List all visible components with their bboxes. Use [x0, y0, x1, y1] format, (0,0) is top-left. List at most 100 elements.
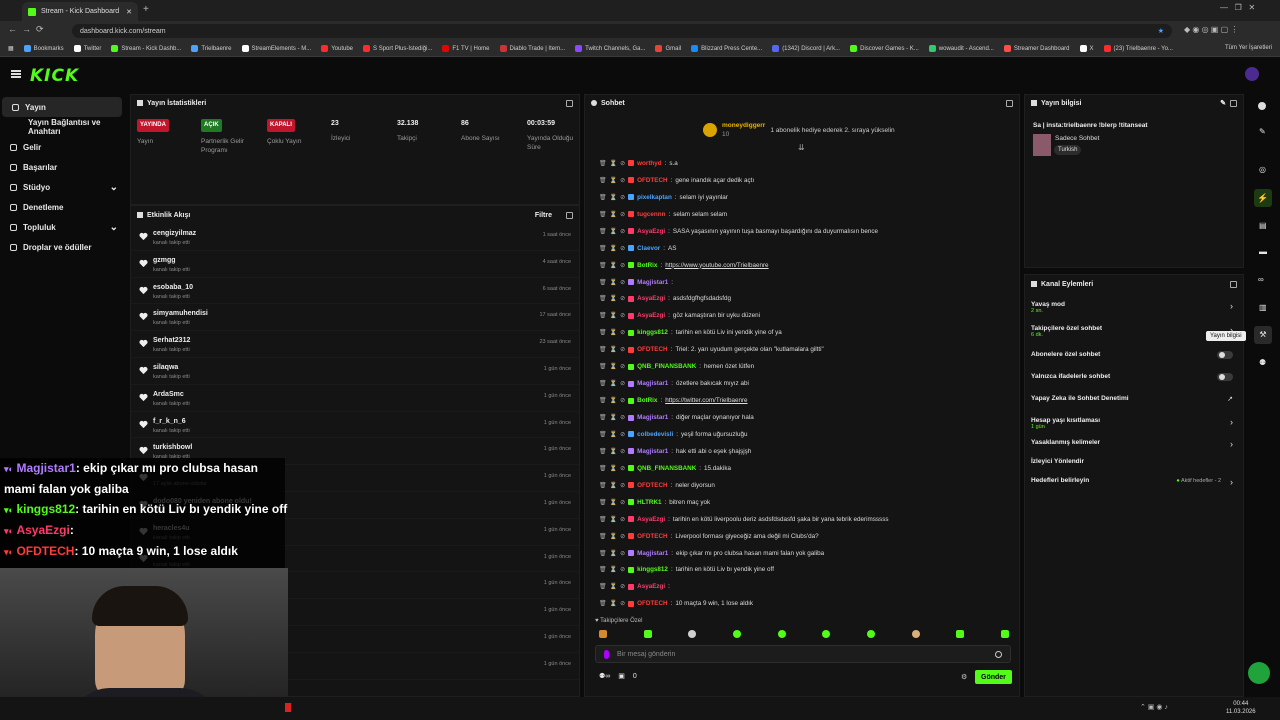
sidebar-item[interactable]: Gelir [0, 137, 128, 157]
expand-icon[interactable] [1006, 99, 1013, 107]
chat-username[interactable]: BotRix [637, 397, 657, 404]
chat-message[interactable]: 🗑 ⏳ ⊘ kinggs812: tarihin en kötü Liv ini yen… [585, 324, 1019, 341]
tray-icons[interactable]: ⌃ ▣ ◉ ♪ [1140, 703, 1168, 711]
bookmark-item[interactable]: (23) Trielbaenre - Yo... [1103, 45, 1173, 52]
lightning-icon[interactable]: ⚡ [1254, 189, 1272, 207]
emote-icon[interactable] [643, 630, 652, 638]
ban-icon[interactable]: ⊘ [620, 431, 625, 438]
timeout-icon[interactable]: ⏳ [610, 211, 617, 218]
timeout-icon[interactable]: ⏳ [610, 431, 617, 438]
delete-icon[interactable]: 🗑 [599, 363, 607, 370]
chat-username[interactable]: OFDTECH [637, 533, 667, 540]
wrench-icon[interactable]: ⚒ [1254, 326, 1272, 344]
chat-message[interactable]: 🗑 ⏳ ⊘ kinggs812: tarihin en kötü Liv bı yend… [585, 562, 1019, 579]
bookmark-item[interactable]: S Sport Plus-İstediği... [363, 45, 432, 52]
delete-icon[interactable]: 🗑 [599, 499, 607, 506]
star-icon[interactable]: ★ [1158, 27, 1164, 35]
ban-icon[interactable]: ⊘ [620, 194, 625, 201]
chat-message[interactable]: 🗑 ⏳ ⊘ QNB_FINANSBANK: hemen özet lütfen [585, 358, 1019, 375]
chat-message[interactable]: 🗑 ⏳ ⊘ HLTRK1: bitren maç yok [585, 494, 1019, 511]
external-link-icon[interactable]: ↗ [1227, 395, 1233, 403]
timeout-icon[interactable]: ⏳ [610, 295, 617, 302]
chat-username[interactable]: tugcennn [637, 211, 665, 218]
ban-icon[interactable]: ⊘ [620, 583, 625, 590]
chat-username[interactable]: AsyaEzgi [637, 228, 665, 235]
chevron-right-icon[interactable]: › [1230, 301, 1233, 311]
filter-button[interactable]: Filtre [535, 212, 552, 219]
bookmark-item[interactable]: Blizzard Press Cente... [691, 45, 762, 52]
mic-icon[interactable] [604, 649, 609, 659]
delete-icon[interactable]: 🗑 [599, 465, 607, 472]
ban-icon[interactable]: ⊘ [620, 312, 625, 319]
settings-gear-icon[interactable]: ⚙ [961, 673, 967, 681]
bookmark-item[interactable]: X [1079, 45, 1094, 52]
channel-action-row[interactable]: Yasaklanmış kelimeler [1031, 439, 1100, 446]
pencil-icon[interactable]: ✎ [1259, 127, 1266, 136]
info-icon[interactable] [1258, 102, 1266, 110]
delete-icon[interactable]: 🗑 [599, 211, 607, 218]
apps-icon[interactable]: ▦ [8, 45, 14, 52]
delete-icon[interactable]: 🗑 [599, 177, 607, 184]
timeout-icon[interactable]: ⏳ [610, 194, 617, 201]
channel-action-row[interactable]: Hesap yaşı kısıtlaması 1 gün [1031, 417, 1100, 430]
delete-icon[interactable]: 🗑 [599, 245, 607, 252]
delete-icon[interactable]: 🗑 [599, 431, 607, 438]
ban-icon[interactable]: ⊘ [620, 499, 625, 506]
delete-icon[interactable]: 🗑 [599, 583, 607, 590]
chat-message[interactable]: 🗑 ⏳ ⊘ Claevor: AS [585, 240, 1019, 257]
chevron-right-icon[interactable]: › [1230, 439, 1233, 449]
timeout-icon[interactable]: ⏳ [610, 177, 617, 184]
timeout-icon[interactable]: ⏳ [610, 482, 617, 489]
menu-icon[interactable] [11, 70, 21, 78]
chat-message[interactable]: 🗑 ⏳ ⊘ OFDTECH: Liverpool forması giyeceğiz a… [585, 528, 1019, 545]
bookmark-item[interactable]: Twitch Channels, Ga... [575, 45, 645, 52]
bookmark-item[interactable]: Gmail [655, 45, 681, 52]
ban-icon[interactable]: ⊘ [620, 414, 625, 421]
timeout-icon[interactable]: ⏳ [610, 566, 617, 573]
chat-username[interactable]: kinggs812 [637, 329, 668, 336]
emote-icon[interactable] [911, 630, 920, 638]
ban-icon[interactable]: ⊘ [620, 566, 625, 573]
delete-icon[interactable]: 🗑 [599, 397, 607, 404]
delete-icon[interactable]: 🗑 [599, 312, 607, 319]
timeout-icon[interactable]: ⏳ [610, 262, 617, 269]
help-chat-icon[interactable] [1248, 662, 1270, 684]
delete-icon[interactable]: 🗑 [599, 279, 607, 286]
delete-icon[interactable]: 🗑 [599, 160, 607, 167]
ban-icon[interactable]: ⊘ [620, 516, 625, 523]
ban-icon[interactable]: ⊘ [620, 397, 625, 404]
sidebar-item[interactable]: Yayın [2, 97, 122, 117]
window-controls[interactable]: — ❐ ✕ [1220, 3, 1255, 12]
timeout-icon[interactable]: ⏳ [610, 600, 617, 607]
chat-username[interactable]: worthyd [637, 160, 662, 167]
timeout-icon[interactable]: ⏳ [610, 312, 617, 319]
chat-message[interactable]: 🗑 ⏳ ⊘ QNB_FINANSBANK:15.dakika [585, 460, 1019, 477]
chat-username[interactable]: kinggs812 [637, 566, 668, 573]
emoji-icon[interactable] [995, 650, 1002, 658]
channel-action-row[interactable]: Yapay Zeka ile Sohbet Denetimi [1031, 395, 1129, 402]
ban-icon[interactable]: ⊘ [620, 160, 625, 167]
chat-username[interactable]: Claevor [637, 245, 660, 252]
timeout-icon[interactable]: ⏳ [610, 329, 617, 336]
chat-username[interactable]: AsyaEzgi [637, 295, 665, 302]
ban-icon[interactable]: ⊘ [620, 228, 625, 235]
link-icon[interactable]: ∞ [1258, 275, 1264, 284]
ban-icon[interactable]: ⊘ [620, 279, 625, 286]
ban-icon[interactable]: ⊘ [620, 448, 625, 455]
ban-icon[interactable]: ⊘ [620, 346, 625, 353]
toggle-switch[interactable] [1217, 351, 1233, 359]
channel-action-row[interactable]: Yalnızca ifadelerle sohbet [1031, 373, 1110, 380]
users-icon[interactable]: ⚉ [1259, 358, 1266, 367]
ban-icon[interactable]: ⊘ [620, 380, 625, 387]
chat-message[interactable]: 🗑 ⏳ ⊘ pixelkaptan: selam iyi yayınlar [585, 189, 1019, 206]
avatar[interactable] [1245, 67, 1259, 81]
doc-icon[interactable]: ▤ [1259, 221, 1267, 230]
kick-logo[interactable]: KICK [30, 66, 79, 86]
chat-username[interactable]: OFDTECH [637, 177, 667, 184]
pencil-icon[interactable]: ✎ [1220, 99, 1226, 107]
timeout-icon[interactable]: ⏳ [610, 160, 617, 167]
sidebar-item[interactable]: Topluluk ⌄ [0, 217, 128, 237]
chat-username[interactable]: OFDTECH [637, 600, 667, 607]
chat-message[interactable]: 🗑 ⏳ ⊘ AsyaEzgi: tarihin en kötü liverpoolu d… [585, 511, 1019, 528]
timeout-icon[interactable]: ⏳ [610, 499, 617, 506]
